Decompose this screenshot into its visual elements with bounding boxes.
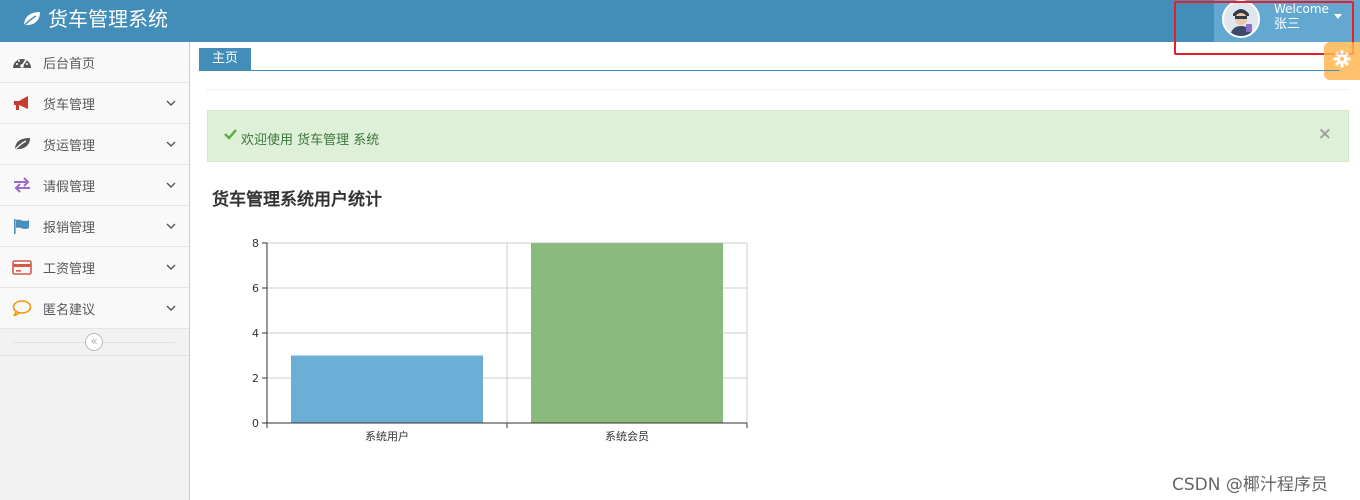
- check-icon: [224, 128, 237, 144]
- sidebar: 后台首页 货车管理 货运管理 请假管理 报销管理 工资管理 匿名建议 «: [0, 42, 190, 500]
- tab-underline: [199, 70, 1339, 71]
- bar: [531, 243, 723, 423]
- settings-button[interactable]: [1324, 42, 1360, 80]
- sidebar-item-leave[interactable]: 请假管理: [0, 165, 189, 206]
- sidebar-item-reimbursement[interactable]: 报销管理: [0, 206, 189, 247]
- y-tick-label: 2: [252, 372, 259, 385]
- chevron-down-icon[interactable]: [166, 179, 176, 189]
- comment-icon: [12, 300, 32, 316]
- exchange-icon: [12, 177, 32, 193]
- alert-message: 欢迎使用 货车管理 系统: [241, 133, 380, 148]
- sidebar-item-suggestion[interactable]: 匿名建议: [0, 288, 189, 329]
- chevron-down-icon[interactable]: [166, 97, 176, 107]
- sidebar-item-label: 报销管理: [43, 221, 96, 236]
- sidebar-collapse-bar: «: [0, 329, 189, 356]
- sidebar-item-freight[interactable]: 货运管理: [0, 124, 189, 165]
- flag-icon: [12, 218, 32, 234]
- leaf-logo-icon: [22, 10, 42, 28]
- sidebar-item-label: 匿名建议: [43, 303, 96, 318]
- welcome-alert: 欢迎使用 货车管理 系统 ×: [207, 110, 1349, 162]
- sidebar-item-truck[interactable]: 货车管理: [0, 83, 189, 124]
- app-title: 货车管理系统: [48, 7, 168, 31]
- x-tick-label: 系统用户: [365, 429, 409, 443]
- chevron-down-icon[interactable]: [166, 302, 176, 312]
- bar: [291, 355, 483, 423]
- sidebar-item-label: 货车管理: [43, 98, 96, 113]
- y-tick-label: 4: [252, 327, 259, 340]
- sidebar-item-salary[interactable]: 工资管理: [0, 247, 189, 288]
- sidebar-item-label: 请假管理: [43, 180, 96, 195]
- sidebar-item-label: 后台首页: [43, 57, 96, 72]
- dashboard-icon: [12, 54, 32, 70]
- chevron-down-icon[interactable]: [166, 220, 176, 230]
- y-tick-label: 0: [252, 417, 259, 430]
- x-tick-label: 系统会员: [605, 430, 649, 443]
- bullhorn-icon: [12, 95, 32, 111]
- chart-heading: 货车管理系统用户统计: [212, 190, 382, 210]
- sidebar-item-label: 工资管理: [43, 262, 96, 277]
- chevron-down-icon[interactable]: [166, 261, 176, 271]
- top-navbar: 货车管理系统 Welcome 张三: [0, 0, 1360, 42]
- user-stats-chart: 0 2 4 6 8 系统用户 系统会员: [230, 228, 760, 452]
- close-icon[interactable]: ×: [1318, 124, 1332, 144]
- app-brand[interactable]: 货车管理系统: [22, 0, 168, 38]
- y-tick-label: 8: [252, 237, 259, 250]
- y-tick-label: 6: [252, 282, 259, 295]
- watermark-text: CSDN @椰汁程序员: [1172, 475, 1328, 495]
- sidebar-item-dashboard[interactable]: 后台首页: [0, 42, 189, 83]
- credit-card-icon: [12, 259, 32, 275]
- sidebar-collapse-button[interactable]: «: [85, 333, 103, 351]
- sidebar-item-label: 货运管理: [43, 139, 96, 154]
- divider: [207, 89, 1349, 90]
- tab-home[interactable]: 主页: [199, 48, 251, 70]
- leaf-icon: [12, 136, 32, 152]
- chart-canvas: 0 2 4 6 8 系统用户 系统会员: [252, 237, 748, 443]
- chevron-down-icon[interactable]: [166, 138, 176, 148]
- gear-icon: [1333, 50, 1351, 72]
- double-chevron-left-icon: «: [90, 334, 98, 348]
